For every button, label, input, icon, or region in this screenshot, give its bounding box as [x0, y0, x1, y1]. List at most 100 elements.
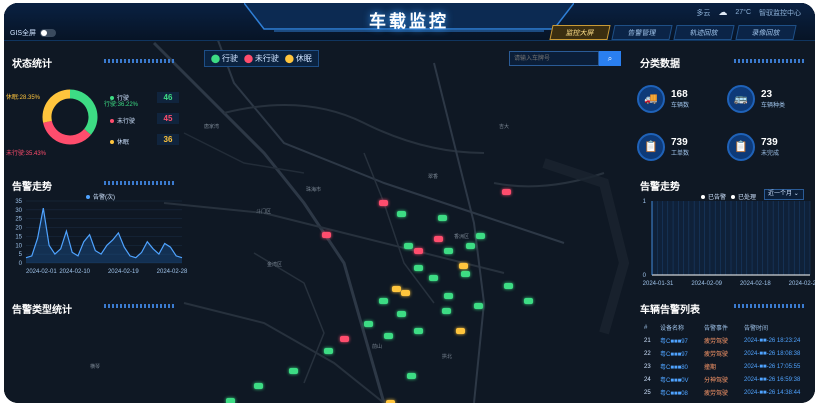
vehicle-marker[interactable] [379, 298, 388, 304]
vehicle-marker[interactable] [442, 308, 451, 314]
vehicle-marker[interactable] [414, 265, 423, 271]
title-deco [734, 304, 804, 308]
vehicle-marker[interactable] [340, 336, 349, 342]
vehicle-marker[interactable] [364, 321, 373, 327]
truck-icon: 🚚 [637, 85, 665, 113]
y-tick-label: 30 [15, 208, 22, 214]
y-tick-label: 5 [19, 252, 23, 258]
title-deco [104, 181, 174, 185]
vehicle-marker[interactable] [474, 303, 483, 309]
search-button[interactable]: ⌕ [599, 51, 621, 66]
pin-icon: ⬤ [284, 54, 294, 63]
pin-icon: ⬤ [211, 54, 220, 63]
tab-alarm[interactable]: 告警管理 [611, 25, 673, 40]
map-label: 斗门区 [256, 209, 272, 215]
y-tick-label: 35 [15, 199, 22, 205]
gis-fullscreen-toggle[interactable]: GIS全屏 [10, 28, 57, 38]
vehicle-marker[interactable] [226, 398, 235, 403]
vehicle-marker[interactable] [524, 298, 533, 304]
map-label: 前山 [372, 344, 383, 350]
filter-driving[interactable]: ⬤ 行驶 [211, 53, 238, 64]
filter-stopped[interactable]: ⬤ 未行驶 [244, 53, 279, 64]
dot-icon [110, 139, 114, 144]
status-title: 状态统计 [12, 59, 52, 70]
alarm-table: # 设备名称 告警事件 告警时间 21 粤C■■■97 疲劳驾驶 2024-■■-26… [644, 321, 812, 399]
vehicle-marker[interactable] [502, 189, 511, 195]
temperature: 27°C [735, 9, 751, 16]
vehicle-marker[interactable] [438, 215, 447, 221]
gis-label: GIS全屏 [10, 30, 37, 37]
bus-icon: 🚌 [727, 85, 755, 113]
vehicle-marker[interactable] [386, 400, 395, 403]
count-sleep: 36 [157, 134, 179, 145]
y-tick-label: 0 [643, 273, 647, 279]
y-tick-label: 20 [15, 226, 22, 232]
stat-orders: 📋 739 工单数 [637, 133, 689, 161]
table-row[interactable]: 25 粤C■■■08 疲劳驾驶 2024-■■-26 14:38:44 [644, 386, 812, 399]
alarm-trend-right-title: 告警走势 [640, 182, 680, 193]
vehicle-marker[interactable] [379, 200, 388, 206]
alarm-trend-right-chart: 0 1 2024-01-31 2024-02-09 2024-02-18 2024-02-… [643, 199, 815, 287]
plate-search: ⌕ [509, 51, 621, 66]
vehicle-marker[interactable] [476, 233, 485, 239]
vehicle-marker[interactable] [429, 275, 438, 281]
tab-track[interactable]: 轨迹回放 [673, 25, 735, 40]
vehicle-marker[interactable] [456, 328, 465, 334]
map-label: 横琴 [90, 364, 101, 370]
map-label: 翠香 [428, 174, 439, 180]
title-wrap: 车载监控 [259, 3, 559, 33]
x-tick-label: 2024-01-31 [643, 281, 674, 287]
vehicle-marker[interactable] [289, 368, 298, 374]
vehicle-marker[interactable] [392, 286, 401, 292]
weather-label: 多云 [696, 9, 711, 17]
tab-video[interactable]: 录像回放 [735, 25, 797, 40]
vehicle-marker[interactable] [444, 248, 453, 254]
table-row[interactable]: 23 粤C■■■80 撞期 2024-■■-26 17:05:55 [644, 360, 812, 373]
count-stopped: 45 [157, 113, 179, 124]
vehicle-marker[interactable] [414, 248, 423, 254]
x-tick-label: 2024-02-01 [26, 269, 57, 275]
toggle-switch[interactable] [40, 29, 57, 37]
vehicle-marker[interactable] [461, 271, 470, 277]
page-title: 车载监控 [369, 12, 449, 31]
vehicle-marker[interactable] [322, 232, 331, 238]
map-label: 唐家湾 [204, 124, 220, 130]
search-input[interactable] [509, 51, 599, 66]
vehicle-marker[interactable] [397, 311, 406, 317]
x-tick-label: 2024-02-18 [740, 281, 771, 287]
pin-icon: ⬤ [243, 54, 253, 63]
vehicle-marker[interactable] [254, 383, 263, 389]
vehicle-marker[interactable] [404, 243, 413, 249]
table-row[interactable]: 21 粤C■■■97 疲劳驾驶 2024-■■-26 18:23:24 [644, 334, 812, 347]
table-header: # 设备名称 告警事件 告警时间 [644, 324, 769, 333]
vehicle-marker[interactable] [466, 243, 475, 249]
vehicle-marker[interactable] [324, 348, 333, 354]
tab-monitor[interactable]: 监控大屏 [549, 25, 611, 40]
map-label: 金湾区 [267, 262, 283, 268]
alarm-list-title: 车辆告警列表 [640, 305, 700, 316]
category-title: 分类数据 [640, 59, 680, 70]
vehicle-marker[interactable] [407, 373, 416, 379]
vehicle-marker[interactable] [397, 211, 406, 217]
vehicle-marker[interactable] [434, 236, 443, 242]
y-tick-label: 10 [15, 243, 22, 249]
x-tick-label: 2024-02-27 [789, 281, 815, 287]
user-name[interactable]: 智驭监控中心 [759, 8, 801, 18]
vehicle-marker[interactable] [444, 293, 453, 299]
map-label: 珠海市 [306, 187, 322, 193]
status-filter: ⬤ 行驶 ⬤ 未行驶 ⬤ 休眠 [204, 50, 319, 67]
title-deco [734, 59, 804, 63]
nav-tabs: 监控大屏 告警管理 轨迹回放 录像回放 [549, 25, 797, 40]
vehicle-marker[interactable] [384, 333, 393, 339]
top-right-info: 多云 ☁ 27°C 智驭监控中心 [696, 7, 801, 18]
donut-slice [42, 89, 71, 123]
series-area [26, 208, 182, 263]
x-tick-label: 2024-02-10 [59, 269, 90, 275]
vehicle-marker[interactable] [414, 328, 423, 334]
table-row[interactable]: 22 粤C■■■97 疲劳驾驶 2024-■■-26 18:08:38 [644, 347, 812, 360]
table-row[interactable]: 24 粤C■■■0V 分神驾驶 2024-■■-26 16:59:38 [644, 373, 812, 386]
filter-sleep[interactable]: ⬤ 休眠 [285, 53, 312, 64]
vehicle-marker[interactable] [459, 263, 468, 269]
vehicle-marker[interactable] [504, 283, 513, 289]
vehicle-marker[interactable] [401, 290, 410, 296]
